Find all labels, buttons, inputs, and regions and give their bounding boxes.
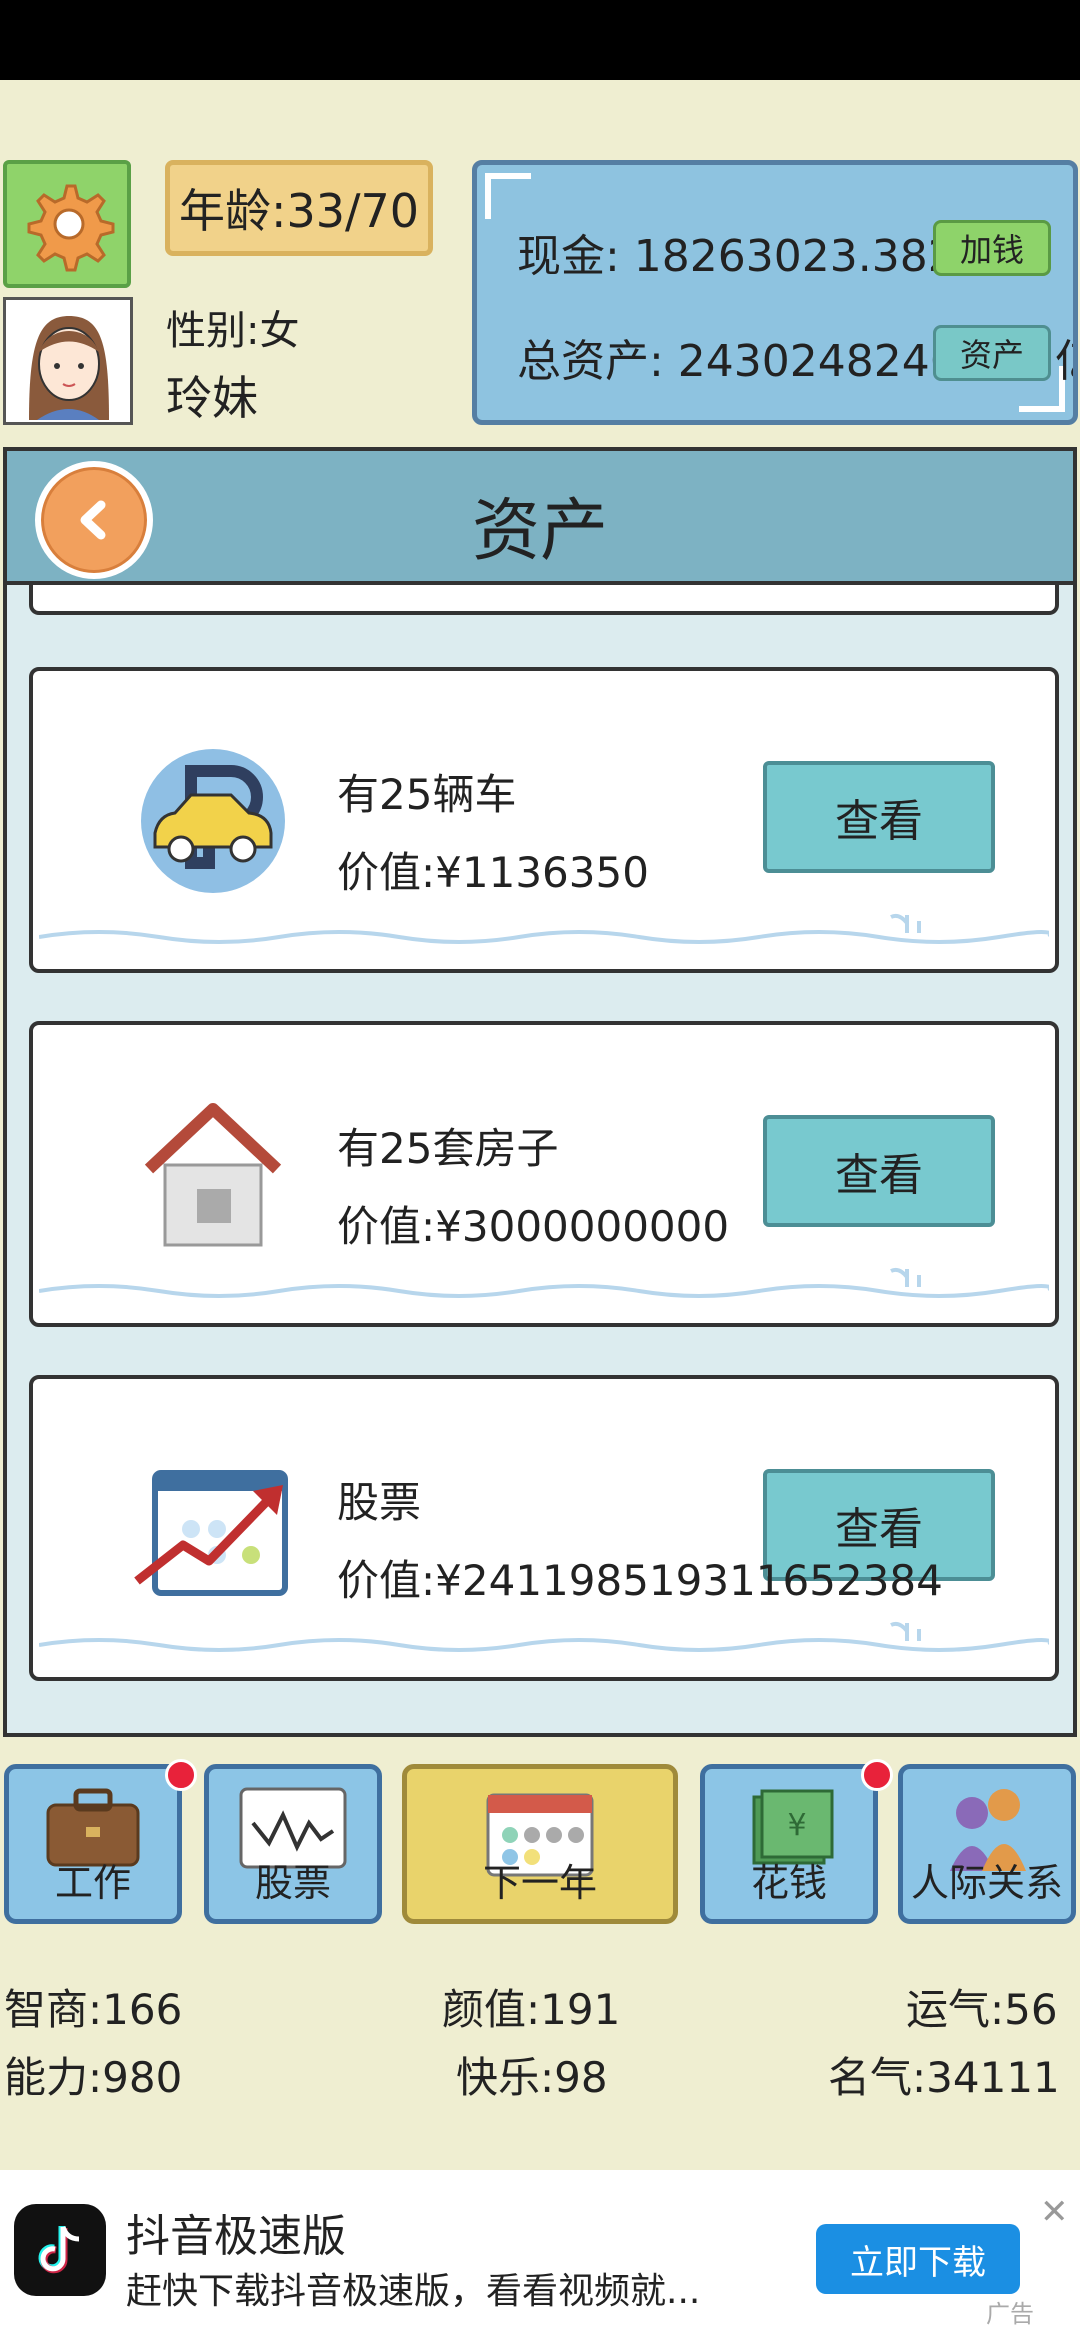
asset-count: 有25套房子	[337, 1124, 559, 1173]
gear-icon	[27, 184, 115, 272]
asset-value: 价值:¥3000000000	[337, 1202, 730, 1251]
panel-corner-decoration	[485, 173, 531, 219]
stat-fame: 名气:34111	[828, 2053, 1060, 2102]
money-panel: 现金: 18263023.382 总资产: 2430248246 亿 加钱 资产	[472, 160, 1078, 425]
asset-value: 价值:¥241198519311652384	[337, 1556, 943, 1605]
ad-tag: 广告	[986, 2300, 1034, 2328]
stat-looks: 颜值:191	[442, 1985, 621, 2034]
assets-button[interactable]: 资产	[933, 325, 1051, 381]
nav-work-label: 工作	[54, 1861, 131, 1905]
asset-card-stocks: 股票 查看 价值:¥241198519311652384	[29, 1375, 1059, 1681]
wave-decoration	[39, 1621, 1049, 1652]
nav-relations-label: 人际关系	[910, 1861, 1063, 1905]
music-note-icon	[38, 2226, 80, 2274]
total-assets-unit: 亿	[1055, 325, 1073, 389]
ad-title: 抖音极速版	[126, 2211, 346, 2262]
ad-subtitle: 赶快下载抖音极速版，看看视频就...	[126, 2271, 701, 2312]
wave-decoration	[39, 1267, 1049, 1298]
nav-relations-button[interactable]: 人际关系	[898, 1764, 1076, 1924]
page-title: 资产	[471, 492, 608, 571]
ad-banner[interactable]: 抖音极速版 赶快下载抖音极速版，看看视频就... 立即下载 ✕ 广告	[0, 2170, 1080, 2340]
car-parking-icon	[141, 749, 285, 893]
nav-work-button[interactable]: 工作	[4, 1759, 197, 1924]
settings-button[interactable]	[3, 160, 131, 288]
age-badge: 年龄:33/70	[165, 160, 433, 256]
close-icon[interactable]: ✕	[1040, 2192, 1069, 2232]
nav-next-year-label: 下一年	[482, 1861, 597, 1905]
gender-label: 性别:女	[166, 308, 300, 354]
view-cars-button[interactable]: 查看	[763, 761, 995, 873]
house-icon	[144, 1103, 282, 1247]
total-assets-value: 总资产: 2430248246	[517, 336, 958, 387]
girl-portrait-icon	[29, 316, 109, 420]
status-bar	[0, 0, 1080, 80]
nav-spend-button[interactable]: ¥ 花钱	[700, 1759, 893, 1924]
ad-download-button[interactable]: 立即下载	[816, 2224, 1020, 2294]
stat-happiness: 快乐:98	[456, 2053, 608, 2102]
cash-value: 现金: 18263023.382	[517, 231, 956, 282]
svg-text:¥: ¥	[787, 1808, 806, 1843]
nav-stocks-button[interactable]: 股票	[204, 1764, 382, 1924]
ad-app-logo	[14, 2204, 106, 2296]
notification-dot	[165, 1759, 197, 1791]
notification-dot	[861, 1759, 893, 1791]
assets-panel: 资产 有25辆车 价值:¥1136350 查看 有25套房子 价值:¥30000…	[3, 447, 1077, 1737]
panel-title-bar: 资产	[7, 451, 1073, 585]
stock-chart-icon	[134, 1470, 288, 1596]
asset-card-houses: 有25套房子 价值:¥3000000000 查看	[29, 1021, 1059, 1327]
age-text: 年龄:33/70	[178, 184, 420, 238]
avatar[interactable]	[3, 297, 133, 425]
character-name: 玲妹	[166, 371, 258, 425]
asset-card-cars: 有25辆车 价值:¥1136350 查看	[29, 667, 1059, 973]
view-houses-button[interactable]: 查看	[763, 1115, 995, 1227]
stat-luck: 运气:56	[906, 1985, 1058, 2034]
asset-name: 股票	[337, 1478, 422, 1527]
stat-ability: 能力:980	[4, 2053, 183, 2102]
stat-iq: 智商:166	[4, 1985, 183, 2034]
add-money-button[interactable]: 加钱	[933, 220, 1051, 276]
nav-next-year-button[interactable]: 下一年	[402, 1764, 678, 1924]
asset-count: 有25辆车	[337, 770, 517, 819]
nav-spend-label: 花钱	[750, 1861, 827, 1905]
list-item	[29, 585, 1059, 615]
wave-decoration	[39, 913, 1049, 944]
asset-value: 价值:¥1136350	[337, 848, 649, 897]
nav-stocks-label: 股票	[254, 1861, 331, 1905]
